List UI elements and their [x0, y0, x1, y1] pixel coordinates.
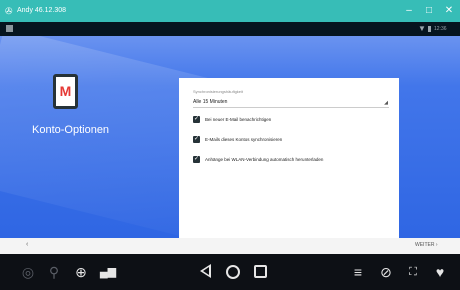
option-auto-download-attachments[interactable]: ✓ Anhänge bei WLAN-Verbindung automatisc…	[193, 155, 389, 165]
battery-icon	[428, 26, 431, 32]
setup-navigation-bar: ‹ WEITER ›	[0, 238, 460, 254]
option-label: E-Mails dieses Kontos synchronisieren	[205, 137, 283, 142]
sync-frequency-dropdown[interactable]: Alle 15 Minuten ◢	[193, 97, 389, 108]
rotate-icon[interactable]: ⊘	[377, 263, 395, 281]
emulator-toolbar: ◎ ⚲ ⊕ ▄▆ ≡ ⊘ ⛶ ♥	[0, 254, 460, 290]
gps-icon[interactable]: ⊕	[72, 263, 90, 281]
home-icon[interactable]	[226, 265, 240, 279]
option-sync-account-mail[interactable]: ✓ E-Mails dieses Kontos synchronisieren	[193, 135, 389, 145]
setup-background: M Konto-Optionen Synchronisierungshäufig…	[0, 36, 460, 238]
maximize-button[interactable]: □	[422, 4, 436, 18]
dropdown-arrow-icon: ◢	[384, 100, 388, 106]
close-button[interactable]: ✕	[442, 4, 456, 18]
network-icon[interactable]: ▄▆	[98, 263, 118, 281]
sync-frequency-value: Alle 15 Minuten	[193, 99, 228, 105]
wifi-icon: ▼	[418, 24, 426, 33]
microphone-icon[interactable]: ⚲	[47, 263, 61, 281]
minimize-button[interactable]: –	[402, 4, 416, 18]
camera-icon[interactable]: ◎	[20, 263, 36, 281]
status-time: 12:36	[434, 26, 447, 32]
next-label: WEITER	[415, 242, 435, 248]
menu-icon[interactable]: ≡	[350, 263, 366, 281]
gmail-icon: M	[59, 83, 72, 99]
android-status-bar: ▼ 12:36	[0, 22, 460, 36]
checkbox-checked-icon[interactable]: ✓	[193, 136, 200, 143]
window-titlebar[interactable]: ✇ Andy 46.12.308 – □ ✕	[0, 0, 460, 22]
option-label: Bei neuer E-Mail benachrichtigen	[205, 117, 272, 122]
notification-icon	[6, 25, 13, 32]
fullscreen-icon[interactable]: ⛶	[406, 263, 420, 281]
checkbox-checked-icon[interactable]: ✓	[193, 156, 200, 163]
option-label: Anhänge bei WLAN-Verbindung automatisch …	[205, 157, 324, 162]
sync-frequency-label: Synchronisierungshäufigkeit	[193, 89, 244, 94]
back-button[interactable]: ‹	[26, 241, 28, 248]
account-options-card: Synchronisierungshäufigkeit Alle 15 Minu…	[179, 78, 399, 238]
option-notify-new-mail[interactable]: ✓ Bei neuer E-Mail benachrichtigen	[193, 115, 389, 125]
back-icon[interactable]	[200, 264, 211, 278]
checkbox-checked-icon[interactable]: ✓	[193, 116, 200, 123]
tablet-illustration: M	[53, 74, 78, 109]
next-button[interactable]: WEITER ›	[415, 242, 438, 248]
android-icon: ✇	[5, 6, 13, 16]
recent-apps-icon[interactable]	[254, 265, 267, 278]
page-title: Konto-Optionen	[32, 124, 110, 136]
window-title: Andy 46.12.308	[17, 7, 67, 14]
favorite-icon[interactable]: ♥	[432, 263, 448, 281]
